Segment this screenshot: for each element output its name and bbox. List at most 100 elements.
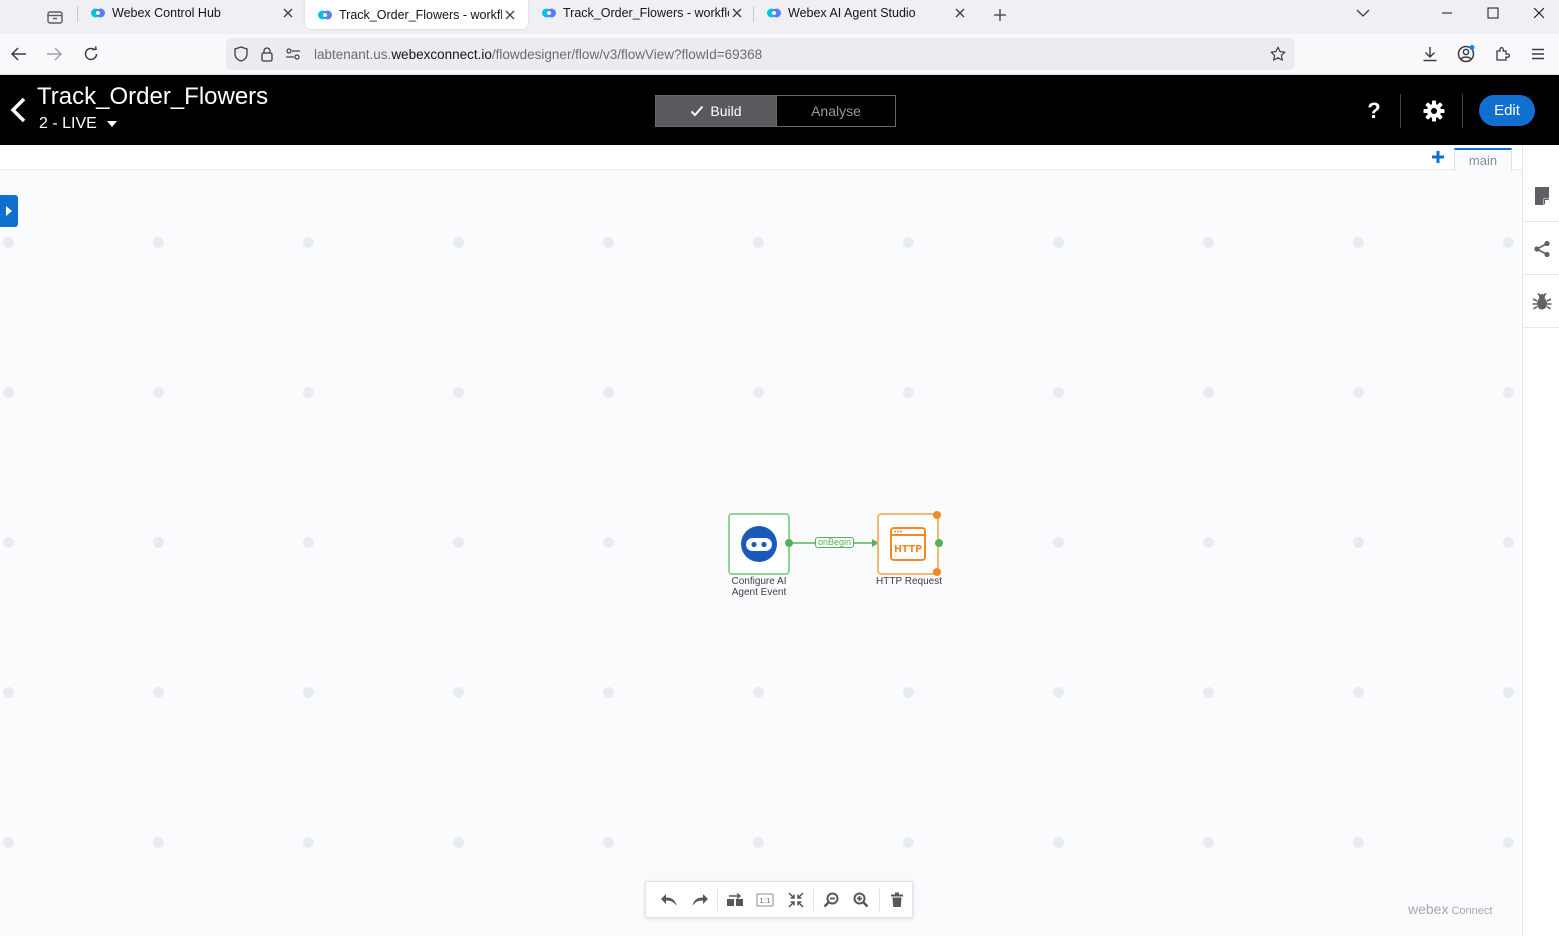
grid-dot — [1203, 837, 1214, 848]
grid-dot — [1053, 687, 1064, 698]
share-icon[interactable] — [1523, 223, 1559, 275]
ai-agent-robot-icon — [741, 526, 777, 562]
grid-dot — [1503, 837, 1514, 848]
downloads-icon[interactable] — [1416, 40, 1444, 68]
grid-dot — [153, 387, 164, 398]
grid-dot — [153, 687, 164, 698]
grid-dot — [1503, 687, 1514, 698]
http-request-node[interactable]: HTTP — [877, 513, 939, 575]
tab-title: Track_Order_Flowers - workflow — [563, 6, 729, 20]
grid-dot — [753, 387, 764, 398]
grid-dot — [3, 837, 14, 848]
site-permissions-icon[interactable] — [282, 43, 304, 65]
close-icon[interactable] — [729, 5, 745, 21]
http-port-top[interactable] — [933, 511, 941, 519]
grid-dot — [153, 837, 164, 848]
palette-expand-icon[interactable] — [0, 195, 18, 227]
build-label: Build — [710, 103, 742, 119]
grid-dot — [1353, 837, 1364, 848]
forward-arrow-icon[interactable] — [40, 40, 68, 68]
http-port-bottom[interactable] — [933, 568, 941, 576]
minimize-icon[interactable] — [1424, 0, 1470, 26]
webex-favicon-icon — [90, 5, 106, 21]
grid-dot — [1353, 537, 1364, 548]
tab-title: Track_Order_Flowers - workflow — [339, 7, 502, 22]
actual-size-icon[interactable]: 1:1 — [750, 885, 780, 915]
header-separator — [1400, 94, 1401, 128]
window-close-icon[interactable] — [1516, 0, 1559, 26]
tab-overflow-chevron-down-icon[interactable] — [1340, 0, 1386, 26]
back-arrow-icon[interactable] — [5, 40, 33, 68]
close-icon[interactable] — [280, 5, 296, 21]
delete-trash-icon[interactable] — [882, 885, 912, 915]
http-port-success[interactable] — [935, 539, 943, 547]
lock-icon[interactable] — [256, 43, 278, 65]
edit-button[interactable]: Edit — [1479, 95, 1535, 126]
webex-favicon-icon — [317, 7, 333, 23]
grid-dot — [1503, 237, 1514, 248]
flow-canvas[interactable]: main Configure AI Agent Event onBegin HT… — [0, 145, 1522, 936]
zoom-out-icon[interactable] — [816, 885, 846, 915]
url-domain: webexconnect.io — [391, 46, 492, 62]
grid-dot — [603, 687, 614, 698]
browser-tab-control-hub[interactable]: Webex Control Hub — [78, 0, 304, 26]
node-label-http: HTTP Request — [876, 576, 942, 587]
fit-to-screen-icon[interactable] — [780, 885, 810, 915]
canvas-tab-bar: main — [0, 145, 1522, 171]
grid-dot — [903, 237, 914, 248]
arrange-icon[interactable] — [720, 885, 750, 915]
analyse-label: Analyse — [811, 103, 861, 119]
grid-dot — [603, 237, 614, 248]
configure-ai-agent-event-node[interactable] — [728, 513, 790, 575]
grid-dot — [1503, 387, 1514, 398]
grid-dot — [1353, 237, 1364, 248]
bookmark-star-icon[interactable] — [1267, 43, 1289, 65]
header-separator — [1462, 94, 1463, 128]
browser-tab-flow[interactable]: Track_Order_Flowers - workflow — [529, 0, 753, 26]
tab-list-icon[interactable] — [38, 3, 72, 31]
gear-icon[interactable] — [1420, 97, 1448, 125]
grid-dot — [753, 237, 764, 248]
grid-dot — [153, 237, 164, 248]
url-prefix: labtenant.us. — [314, 46, 392, 62]
caret-down-icon — [106, 121, 117, 127]
add-sheet-plus-icon[interactable] — [1431, 150, 1445, 164]
extensions-icon[interactable] — [1488, 40, 1516, 68]
build-tab[interactable]: Build — [656, 96, 776, 126]
grid-dot — [303, 537, 314, 548]
grid-dot — [903, 387, 914, 398]
close-icon[interactable] — [502, 7, 518, 23]
canvas-toolbar: 1:1 — [645, 881, 913, 918]
connector-label[interactable]: onBegin — [815, 537, 855, 548]
menu-hamburger-icon[interactable] — [1524, 40, 1552, 68]
close-icon[interactable] — [952, 5, 968, 21]
help-label: ? — [1367, 98, 1381, 123]
debug-bug-icon[interactable] — [1523, 276, 1559, 328]
http-icon: HTTP — [890, 527, 926, 561]
tracking-shield-icon[interactable] — [230, 43, 252, 65]
grid-dot — [1203, 687, 1214, 698]
help-icon[interactable]: ? — [1360, 97, 1388, 125]
sheet-tab-main[interactable]: main — [1454, 148, 1512, 171]
new-tab-plus-icon[interactable] — [988, 3, 1012, 27]
undo-icon[interactable] — [654, 885, 684, 915]
url-text[interactable]: labtenant.us.webexconnect.io/flowdesigne… — [314, 47, 762, 62]
tab-title: Webex AI Agent Studio — [788, 6, 916, 20]
zoom-in-icon[interactable] — [846, 885, 876, 915]
grid-dot — [603, 387, 614, 398]
account-icon[interactable] — [1452, 40, 1480, 68]
notes-icon[interactable] — [1523, 170, 1559, 222]
back-chevron-icon[interactable] — [6, 95, 30, 125]
reload-icon[interactable] — [77, 40, 105, 68]
grid-dot — [903, 687, 914, 698]
browser-nav-toolbar: labtenant.us.webexconnect.io/flowdesigne… — [0, 34, 1559, 75]
address-bar[interactable]: labtenant.us.webexconnect.io/flowdesigne… — [226, 38, 1295, 70]
grid-dot — [153, 537, 164, 548]
version-dropdown[interactable]: 2 - LIVE — [39, 115, 118, 133]
redo-icon[interactable] — [684, 885, 714, 915]
browser-tab-agent-studio[interactable]: Webex AI Agent Studio — [754, 0, 976, 26]
analyse-tab[interactable]: Analyse — [776, 96, 895, 126]
webex-favicon-icon — [766, 5, 782, 21]
browser-tab-flow-active[interactable]: Track_Order_Flowers - workflow — [305, 0, 528, 29]
maximize-icon[interactable] — [1470, 0, 1516, 26]
